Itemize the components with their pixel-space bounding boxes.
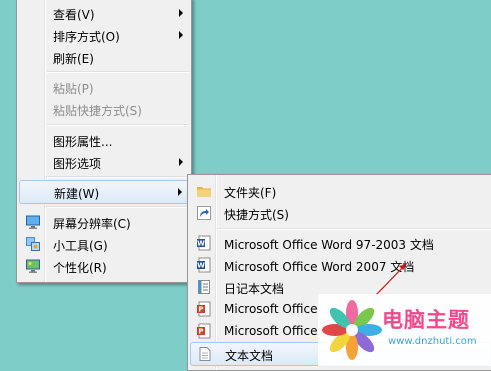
watermark-title: 电脑主题 xyxy=(382,308,470,332)
flower-logo-icon xyxy=(322,300,382,360)
watermark-url: www.dnzhuti.com xyxy=(388,336,477,347)
watermark: 电脑主题 www.dnzhuti.com xyxy=(318,294,491,366)
